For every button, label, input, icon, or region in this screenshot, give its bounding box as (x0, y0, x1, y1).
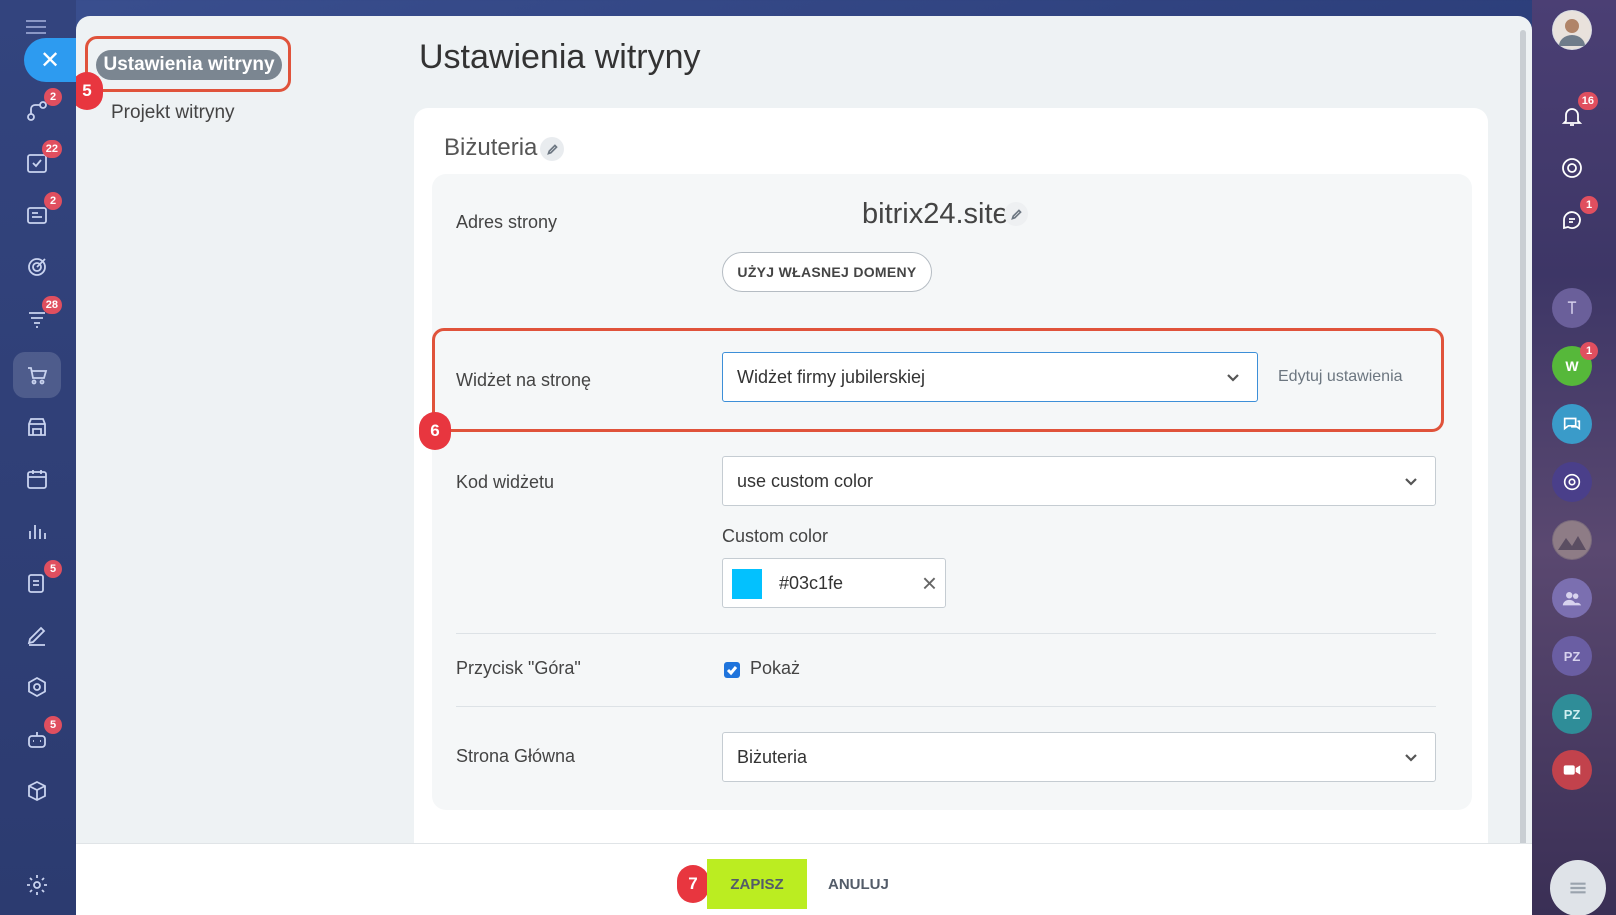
site-name-title: Biżuteria (444, 134, 538, 161)
chevron-down-icon (1403, 749, 1419, 765)
bot-icon[interactable]: 5 (20, 716, 62, 756)
group-avatar[interactable] (1552, 578, 1592, 618)
marketplace-icon[interactable] (1552, 148, 1592, 188)
contact-photo-avatar[interactable] (1552, 520, 1592, 560)
save-button[interactable]: ZAPISZ (707, 859, 807, 909)
funnel-badge: 28 (41, 296, 62, 314)
sign-icon[interactable] (20, 618, 54, 652)
bot-badge: 5 (44, 716, 62, 734)
pipelines-icon[interactable]: 2 (20, 88, 62, 128)
pipelines-badge: 2 (44, 88, 62, 106)
custom-color-label: Custom color (722, 526, 829, 546)
color-swatch[interactable] (732, 569, 762, 599)
settings-gear-icon[interactable] (20, 868, 54, 902)
home-page-select-value: Biżuteria (737, 746, 808, 767)
top-button-label: Przycisk "Góra" (456, 658, 581, 678)
domain-text: bitrix24.site (862, 198, 1009, 230)
messenger-menu-button[interactable] (1550, 860, 1606, 915)
settings-form: Adres strony bitrix24.site UŻYJ WŁASNEJ … (432, 174, 1472, 810)
annotation-badge-7: 7 (677, 865, 709, 903)
user-avatar-icon (1553, 11, 1591, 49)
contact-avatar-w-letter: W (1565, 358, 1579, 374)
contact-avatar-pz-2-initials: PZ (1563, 706, 1581, 722)
hexagon-icon[interactable] (20, 670, 54, 704)
widget-code-select[interactable]: use custom color (722, 456, 1436, 506)
group-people-icon (1562, 592, 1582, 606)
divider (456, 633, 1436, 634)
clear-color-icon[interactable]: × (922, 569, 937, 597)
address-label: Adres strony (456, 212, 558, 232)
contact-avatar-w[interactable]: W 1 (1552, 342, 1598, 386)
side-nav-site-project[interactable]: Projekt witryny (111, 102, 235, 124)
list-lines-icon (1570, 882, 1586, 894)
contact-photo-icon (1553, 521, 1591, 559)
contact-avatar-pz-1-initials: PZ (1563, 648, 1581, 664)
group-chat-icon[interactable] (1552, 404, 1592, 444)
settings-card: Biżuteria Adres strony bitrix24.site UŻY… (414, 108, 1488, 843)
show-top-button-checkbox[interactable] (724, 662, 740, 678)
shop-cart-icon[interactable] (20, 358, 54, 392)
widget-code-select-value: use custom color (737, 470, 874, 491)
chevron-down-icon (1403, 473, 1419, 489)
menu-icon[interactable] (26, 20, 46, 34)
contact-avatar-1-icon (1567, 301, 1577, 314)
crm-icon[interactable]: 2 (20, 192, 62, 232)
notifications-badge: 16 (1577, 92, 1598, 110)
contact-avatar-1[interactable] (1552, 288, 1592, 328)
crm-badge: 2 (44, 192, 62, 210)
right-sidebar: 16 1 W 1 PZ PZ (1532, 0, 1616, 915)
tasks-icon[interactable]: 22 (20, 140, 62, 180)
contact-avatar-w-badge: 1 (1580, 342, 1598, 360)
footer-actions: 7 ZAPISZ ANULUJ (76, 843, 1532, 915)
contact-avatar-pz-2[interactable]: PZ (1552, 694, 1592, 734)
custom-color-value: #03c1fe (779, 573, 844, 593)
store-icon[interactable] (20, 410, 54, 444)
contact-avatar-pz-1[interactable]: PZ (1552, 636, 1592, 676)
video-call-icon[interactable] (1552, 750, 1592, 790)
show-top-button-label[interactable]: Pokaż (750, 658, 800, 679)
annotation-box-5 (85, 36, 291, 92)
home-page-label: Strona Główna (456, 746, 576, 766)
close-panel-button[interactable]: ✕ (24, 38, 76, 82)
chat-icon[interactable]: 1 (1552, 196, 1598, 240)
annotation-badge-6: 6 (419, 412, 451, 450)
panel-scrollbar[interactable] (1520, 30, 1526, 850)
notifications-bell-icon[interactable]: 16 (1552, 92, 1598, 136)
user-avatar[interactable] (1552, 10, 1592, 50)
edit-site-name-pencil-icon[interactable] (540, 137, 564, 161)
divider (456, 706, 1436, 707)
left-sidebar: ✕ 2 22 2 28 5 5 (0, 0, 76, 915)
edit-domain-pencil-icon[interactable] (1004, 202, 1028, 226)
calendar-icon[interactable] (20, 462, 54, 496)
funnel-icon[interactable]: 28 (20, 296, 62, 336)
channel-icon[interactable] (1552, 462, 1592, 502)
use-own-domain-button[interactable]: UŻYJ WŁASNEJ DOMENY (722, 252, 932, 292)
annotation-badge-5: 5 (76, 72, 103, 110)
annotation-box-6 (432, 328, 1444, 432)
page-title: Ustawienia witryny (419, 38, 701, 76)
panel-content: Ustawienia witryny 5 Projekt witryny Ust… (76, 16, 1516, 843)
documents-badge: 5 (44, 560, 62, 578)
documents-icon[interactable]: 5 (20, 560, 62, 600)
target-icon[interactable] (20, 250, 54, 284)
home-page-select[interactable]: Biżuteria (722, 732, 1436, 782)
cancel-button[interactable]: ANULUJ (820, 859, 897, 909)
widget-code-label: Kod widżetu (456, 472, 555, 492)
chat-badge: 1 (1580, 196, 1598, 214)
box-icon[interactable] (20, 774, 54, 808)
site-settings-panel: Ustawienia witryny 5 Projekt witryny Ust… (76, 16, 1532, 915)
analytics-icon[interactable] (20, 514, 54, 548)
tasks-badge: 22 (41, 140, 62, 158)
custom-color-input[interactable]: #03c1fe × (722, 558, 946, 608)
checkmark-icon (726, 666, 738, 676)
close-icon: ✕ (39, 46, 61, 74)
